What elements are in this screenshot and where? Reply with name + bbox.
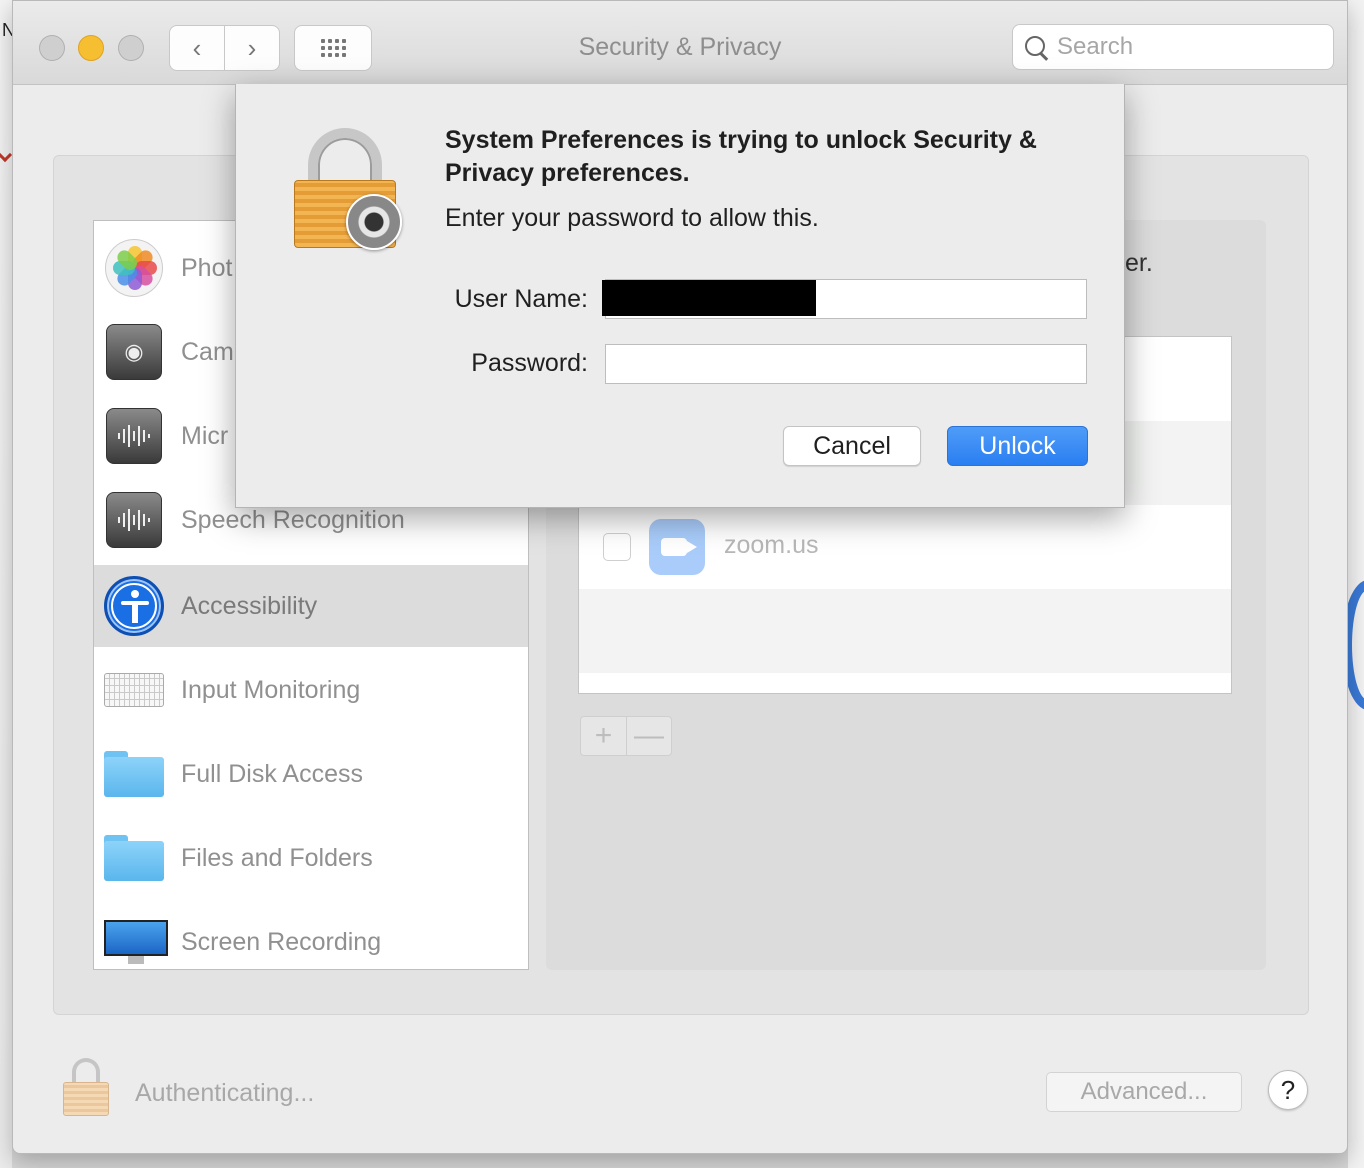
- zoom-permission-checkbox[interactable]: [603, 533, 631, 561]
- cancel-button[interactable]: Cancel: [783, 426, 921, 466]
- sidebar-item-screen-recording[interactable]: Screen Recording: [94, 901, 528, 969]
- sidebar-item-label: Phot: [181, 253, 233, 282]
- search-field[interactable]: [1012, 24, 1334, 70]
- app-name: zoom.us: [724, 531, 819, 559]
- desktop-red-chevron-icon: [0, 147, 13, 163]
- sidebar-item-full-disk-access[interactable]: Full Disk Access: [94, 733, 528, 815]
- sidebar-item-label: Micr: [181, 421, 229, 450]
- keyboard-icon: [104, 673, 164, 707]
- dialog-subtitle: Enter your password to allow this.: [445, 204, 819, 232]
- sidebar-item-label: Screen Recording: [181, 927, 382, 956]
- gear-icon: [346, 194, 402, 250]
- camera-icon: ◉: [106, 324, 162, 380]
- remove-app-button[interactable]: —: [625, 717, 671, 755]
- lock-status-text: Authenticating...: [135, 1079, 315, 1107]
- password-field[interactable]: [605, 344, 1087, 384]
- sidebar-item-accessibility[interactable]: Accessibility: [94, 565, 528, 647]
- unlock-dialog: System Preferences is trying to unlock S…: [235, 84, 1125, 508]
- sidebar-item-input-monitoring[interactable]: Input Monitoring: [94, 649, 528, 731]
- folder-icon: [104, 751, 164, 797]
- desktop-left-edge: N: [0, 0, 15, 1168]
- add-app-button[interactable]: +: [581, 717, 626, 755]
- redacted-username: [602, 280, 816, 316]
- accessibility-icon: [104, 576, 164, 636]
- list-item: [579, 589, 1231, 673]
- microphone-icon: [106, 408, 162, 464]
- search-icon: [1023, 34, 1049, 60]
- folder-icon: [104, 835, 164, 881]
- sidebar-item-label: Accessibility: [181, 591, 318, 620]
- sidebar-item-label: Cam: [181, 337, 234, 366]
- list-item-zoom[interactable]: zoom.us: [579, 505, 1231, 589]
- sidebar-item-label: Full Disk Access: [181, 759, 363, 788]
- detail-description: er.: [1125, 249, 1153, 277]
- speech-recognition-icon: [106, 492, 162, 548]
- sidebar-item-label: Speech Recognition: [181, 505, 405, 534]
- sidebar-item-label: Input Monitoring: [181, 675, 361, 704]
- padlock-icon: [294, 128, 404, 252]
- display-icon: [104, 920, 168, 964]
- zoom-video-icon: [649, 519, 705, 575]
- password-label: Password:: [471, 349, 588, 377]
- advanced-button[interactable]: Advanced...: [1046, 1072, 1242, 1112]
- search-input[interactable]: [1057, 33, 1317, 61]
- add-remove-control: + —: [580, 716, 672, 756]
- sidebar-item-files-and-folders[interactable]: Files and Folders: [94, 817, 528, 899]
- dialog-title: System Preferences is trying to unlock S…: [445, 126, 1037, 187]
- title-bar[interactable]: ‹ › Security & Privacy: [13, 1, 1347, 85]
- desktop-right-edge: [1342, 0, 1364, 1168]
- username-label: User Name:: [454, 285, 588, 313]
- photos-icon: [105, 239, 163, 297]
- sidebar-item-label: Files and Folders: [181, 843, 373, 872]
- unlock-button[interactable]: Unlock: [947, 426, 1088, 466]
- help-button[interactable]: ?: [1268, 1070, 1308, 1110]
- lock-icon[interactable]: [63, 1058, 109, 1116]
